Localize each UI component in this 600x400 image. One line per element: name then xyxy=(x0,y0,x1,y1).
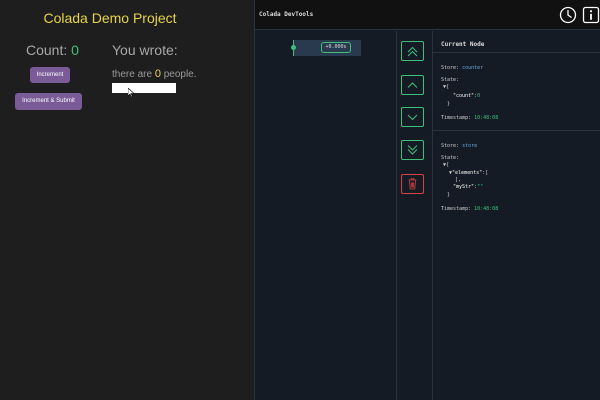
double-chevron-up-icon xyxy=(407,46,418,57)
state-entry: "count":0 xyxy=(453,93,480,99)
store-name: counter xyxy=(462,65,484,71)
timestamp-line: Timestamp: 10:48:08 xyxy=(441,115,498,121)
devtools-panel: Colada DevTools +0.000s Current Node Sto… xyxy=(254,0,600,400)
state-key: "count" xyxy=(453,93,475,99)
array-close: ], xyxy=(455,177,462,183)
state-key: "myStr" xyxy=(453,184,475,190)
demo-app: Colada Demo Project Count: 0 Increment I… xyxy=(0,0,254,400)
current-node-title: Current Node xyxy=(441,41,485,48)
mouse-cursor-icon xyxy=(128,88,135,98)
step-back-button[interactable] xyxy=(401,75,424,95)
timestamp-label: Timestamp: xyxy=(441,115,475,121)
state-entry-mystr: "myStr":"" xyxy=(453,184,483,190)
trash-icon xyxy=(408,178,417,190)
current-node-header: Current Node xyxy=(433,31,600,53)
state-value: "" xyxy=(477,184,484,190)
store-name: store xyxy=(462,143,478,149)
store-name-line: Store: store xyxy=(441,143,477,149)
state-value: 0 xyxy=(477,93,481,99)
store-block-counter: Store: counter State: ▼{ "count":0 } Tim… xyxy=(433,53,600,131)
double-chevron-down-icon xyxy=(407,145,418,155)
timestamp-value: 10:48:08 xyxy=(474,206,499,212)
state-key: "elements" xyxy=(452,170,483,176)
increment-submit-button[interactable]: Increment & Submit xyxy=(15,93,82,110)
timestamp-label: Timestamp: xyxy=(441,206,475,212)
jump-first-button[interactable] xyxy=(401,41,424,61)
count-value: 0 xyxy=(71,42,79,58)
people-sentence: there are 0 people. xyxy=(112,68,197,80)
store-label: Store: xyxy=(441,65,463,71)
current-node-panel: Current Node Store: counter State: ▼{ "c… xyxy=(433,31,600,400)
store-block-store: Store: store State: ▼{ ▼"elements":[ ], … xyxy=(433,131,600,231)
state-open-brace[interactable]: ▼{ xyxy=(443,162,449,168)
timeline-panel: +0.000s xyxy=(255,31,397,400)
store-name-line: Store: counter xyxy=(441,65,483,71)
jump-last-button[interactable] xyxy=(401,140,424,160)
state-sep: :[ xyxy=(482,170,489,176)
step-forward-button[interactable] xyxy=(401,107,424,127)
timeline-time-chip[interactable]: +0.000s xyxy=(321,42,351,53)
state-close-brace: } xyxy=(447,101,451,107)
you-wrote-label: You wrote: xyxy=(112,42,178,58)
chevron-up-icon xyxy=(407,82,418,88)
count-display: Count: 0 xyxy=(26,42,79,58)
clock-icon[interactable] xyxy=(559,6,577,24)
devtools-title: Colada DevTools xyxy=(259,11,314,18)
state-open-brace[interactable]: ▼{ xyxy=(443,84,449,90)
count-label: Count: xyxy=(26,42,72,58)
increment-button[interactable]: Increment xyxy=(30,67,70,83)
delete-button[interactable] xyxy=(401,174,424,194)
sentence-prefix: there are xyxy=(112,69,155,80)
timestamp-line: Timestamp: 10:48:08 xyxy=(441,206,498,212)
timestamp-value: 10:48:08 xyxy=(474,115,499,121)
state-close-brace: } xyxy=(447,192,451,198)
app-title: Colada Demo Project xyxy=(43,10,177,26)
devtools-header: Colada DevTools xyxy=(255,0,600,30)
text-input[interactable] xyxy=(112,83,176,93)
sentence-suffix: people. xyxy=(160,69,197,80)
chevron-down-icon xyxy=(407,114,418,121)
store-label: Store: xyxy=(441,143,463,149)
state-entry-elements: ▼"elements":[ xyxy=(449,170,488,176)
timeline-dot xyxy=(291,45,296,50)
navigation-controls xyxy=(397,31,433,400)
info-icon[interactable] xyxy=(582,6,600,24)
state-label: State: xyxy=(441,155,460,161)
state-label: State: xyxy=(441,77,460,83)
